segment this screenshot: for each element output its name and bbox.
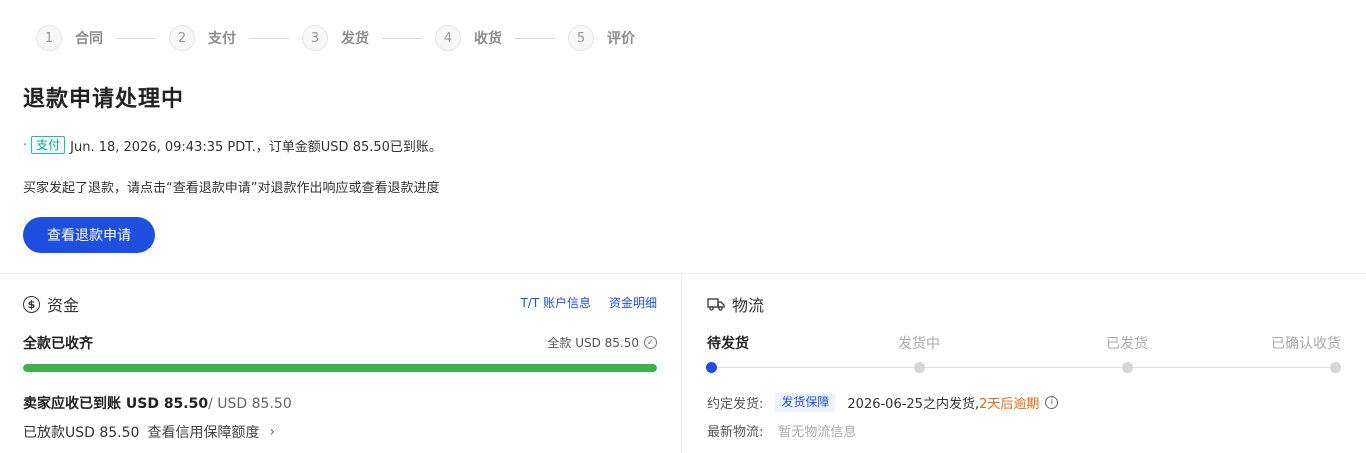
logistics-title-text: 物流 [732, 296, 765, 315]
full-amount: 全款 USD 85.50 ✓ [547, 334, 657, 351]
section-divider [0, 273, 1366, 274]
step-label: 合同 [75, 31, 103, 47]
step-shipping: 3 发货 [302, 25, 369, 51]
step-label: 支付 [208, 31, 236, 47]
logistics-stages: 待发货 发货中 已发货 已确认收货 [707, 333, 1341, 352]
overdue-warning: 2天后逾期 [979, 396, 1040, 412]
stage-pending-shipment: 待发货 [707, 336, 749, 352]
chevron-right-icon: › [269, 424, 276, 440]
stage-shipping: 发货中 [898, 336, 940, 352]
funds-title-text: 资金 [47, 296, 80, 315]
seller-due-label: 卖家应收已到账 USD 85.50 [23, 396, 209, 412]
funds-progress-fill [23, 364, 657, 372]
payment-info-text: Jun. 18, 2026, 09:43:35 PDT.，订单金额USD 85.… [70, 139, 442, 155]
latest-value: 暂无物流信息 [778, 425, 857, 440]
step-connector [382, 37, 422, 39]
step-number: 1 [36, 25, 62, 51]
stage-receipt-confirmed: 已确认收货 [1271, 336, 1341, 352]
order-steps: 1 合同 2 支付 3 发货 4 收货 5 评价 [36, 25, 635, 51]
step-number: 4 [435, 25, 461, 51]
released-info: 已放款USD 85.50 查看信用保障额度 › [23, 422, 275, 442]
view-refund-request-button[interactable]: 查看退款申请 [23, 217, 155, 253]
step-payment: 2 支付 [169, 25, 236, 51]
funds-progress-bar [23, 364, 657, 372]
step-number: 3 [302, 25, 328, 51]
ship-deadline: 2026-06-25之内发货, [847, 396, 980, 412]
full-amount-text: 全款 USD 85.50 [547, 336, 639, 350]
step-label: 评价 [607, 31, 635, 47]
step-connector [116, 37, 156, 39]
step-receiving: 4 收货 [435, 25, 502, 51]
funds-status: 全款已收齐 [23, 336, 93, 352]
page-title: 退款申请处理中 [23, 87, 185, 112]
step-connector [515, 37, 555, 39]
released-amount: 已放款USD 85.50 [23, 425, 140, 441]
tt-account-info-link[interactable]: T/T 账户信息 [520, 294, 591, 311]
truck-icon [707, 298, 725, 311]
funds-title: $ 资金 [23, 292, 79, 316]
stage-dot [1330, 362, 1341, 373]
payment-tag: 支付 [31, 136, 66, 154]
step-label: 发货 [341, 31, 369, 47]
bullet: · [23, 137, 28, 153]
refund-notice: 买家发起了退款，请点击“查看退款申请”对退款作出响应或查看退款进度 [23, 181, 440, 196]
latest-logistics: 最新物流: 暂无物流信息 [707, 421, 856, 440]
credit-link-label: 查看信用保障额度 [147, 425, 260, 441]
check-circle-icon: ✓ [644, 336, 657, 349]
ship-label: 约定发货: [707, 396, 764, 412]
seller-due-total: / USD 85.50 [208, 396, 292, 412]
seller-due: 卖家应收已到账 USD 85.50/ USD 85.50 [23, 393, 292, 413]
info-icon[interactable]: i [1045, 395, 1059, 409]
funds-detail-link[interactable]: 资金明细 [609, 294, 657, 311]
stage-dot [706, 362, 717, 373]
latest-label: 最新物流: [707, 425, 764, 440]
shipping-guarantee-tag: 发货保障 [775, 392, 836, 412]
stage-shipped: 已发货 [1106, 336, 1148, 352]
step-number: 5 [568, 25, 594, 51]
dollar-circle-icon: $ [23, 295, 40, 313]
stage-dot [914, 362, 925, 373]
step-label: 收货 [474, 31, 502, 47]
logistics-title: 物流 [707, 292, 764, 316]
step-review: 5 评价 [568, 25, 635, 51]
payment-info: · 支付 Jun. 18, 2026, 09:43:35 PDT.，订单金额US… [23, 135, 442, 155]
step-connector [249, 37, 289, 39]
logistics-track [711, 367, 1335, 368]
panel-divider [681, 274, 682, 453]
view-credit-guarantee-link[interactable]: 查看信用保障额度 › [147, 422, 275, 442]
funds-links: T/T 账户信息 资金明细 [520, 294, 657, 311]
step-number: 2 [169, 25, 195, 51]
stage-dot [1122, 362, 1133, 373]
agreed-shipping: 约定发货: 发货保障 2026-06-25之内发货, 2天后逾期 i [707, 392, 1059, 412]
step-contract: 1 合同 [36, 25, 103, 51]
